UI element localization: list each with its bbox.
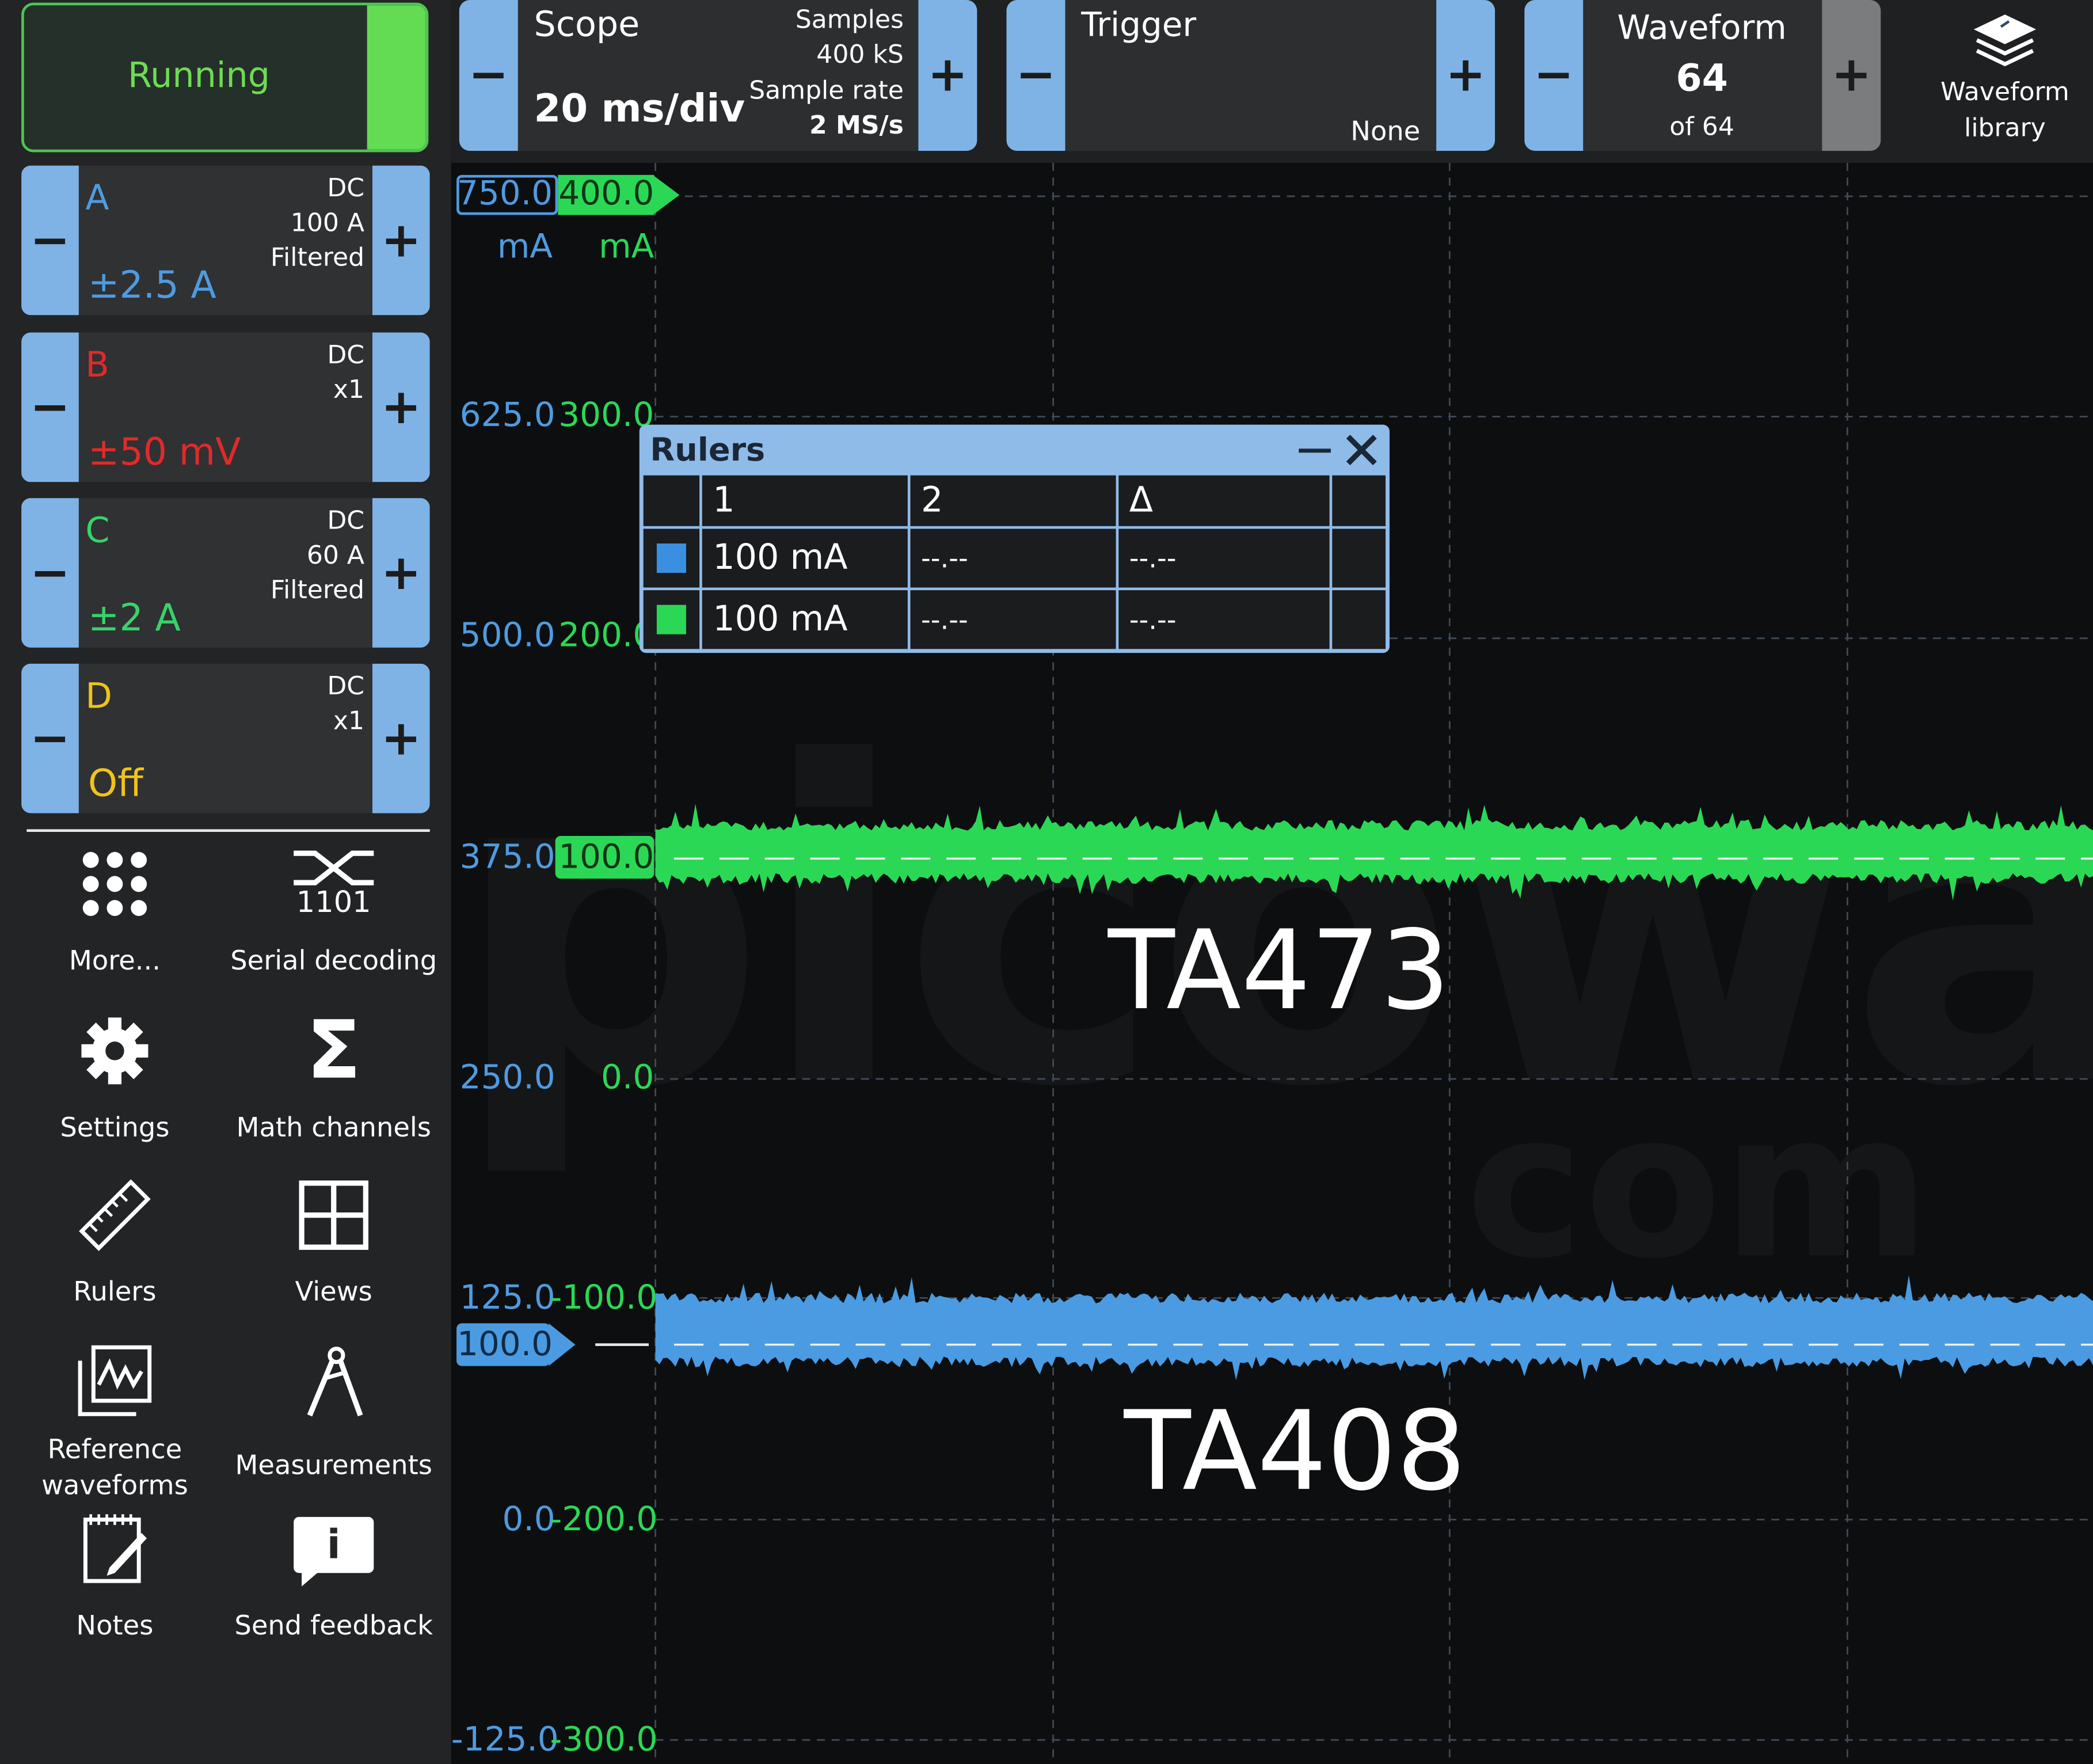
rulers-row-0-swatch-cell: [643, 529, 700, 588]
rulers-row-1-swatch: [656, 605, 686, 634]
rulers-header-2: 2: [910, 475, 1116, 526]
rulers-row-0-delta: --.--: [1118, 529, 1330, 588]
green-trace-label: TA473: [1108, 908, 1451, 1035]
blue-trace-label: TA408: [1124, 1389, 1466, 1516]
rulers-row-1-v1: 100 mA: [702, 590, 908, 649]
rulers-row-0-end: [1332, 529, 1386, 588]
rulers-row-0-swatch: [656, 543, 686, 573]
rulers-row-1-delta: --.--: [1118, 590, 1330, 649]
rulers-row-1-v2: --.--: [910, 590, 1116, 649]
blue-trace: [655, 1275, 2093, 1381]
rulers-header-4: [1332, 475, 1386, 526]
rulers-row-1-end: [1332, 590, 1386, 649]
rulers-row-0-v2: --.--: [910, 529, 1116, 588]
trace-layer: [655, 804, 2093, 1381]
rulers-header-1: 1: [702, 475, 908, 526]
rulers-window[interactable]: Rulers 1 2 Δ 100 mA --.-- --.-- 100 mA -…: [639, 424, 1390, 653]
rulers-header-delta: Δ: [1118, 475, 1330, 526]
rulers-row-1-swatch-cell: [643, 590, 700, 649]
rulers-close-icon[interactable]: [1344, 432, 1379, 467]
rulers-header-0: [643, 475, 700, 526]
rulers-row-0-v1: 100 mA: [702, 529, 908, 588]
green-trace: [655, 804, 2093, 901]
rulers-title: Rulers: [650, 431, 766, 469]
rulers-minimize-icon[interactable]: [1299, 448, 1331, 453]
